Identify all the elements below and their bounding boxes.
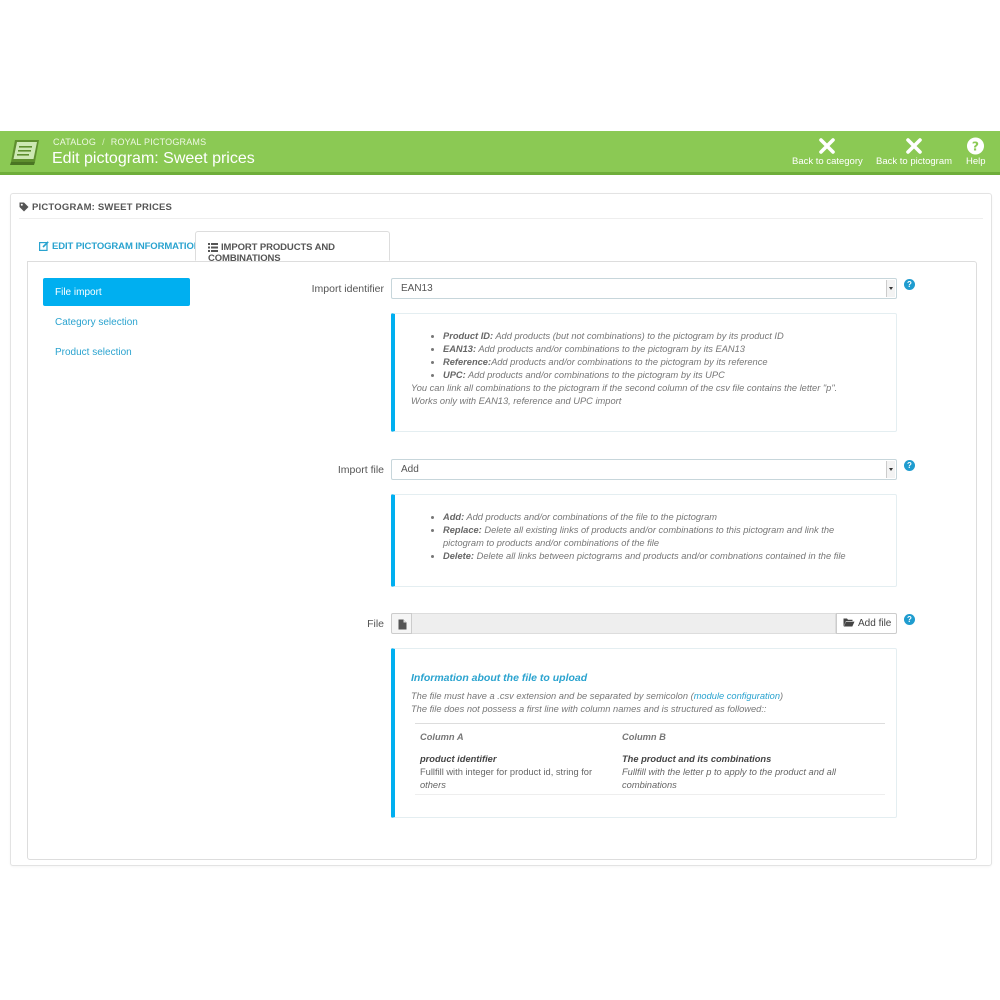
import-file-help-list: Add: Add products and/or combinations of… [395,511,896,563]
import-file-value: Add [401,464,419,475]
import-file-label: Import file [337,464,384,476]
import-identifier-label: Import identifier [311,283,384,295]
help-label: Help [966,156,986,167]
sidebar-item-file-import[interactable]: File import [43,278,190,306]
list-item: Product ID: Add products (but not combin… [443,330,896,343]
breadcrumb-catalog[interactable]: CATALOG [53,137,96,147]
list-icon [208,243,218,252]
help-icon: ? [967,137,985,155]
file-info-box: Information about the file to upload The… [391,648,897,818]
close-icon [819,138,836,154]
back-to-pictogram-label: Back to pictogram [876,156,953,167]
folder-open-icon [843,618,855,627]
import-identifier-help-icon[interactable]: ? [904,279,915,290]
close-icon [906,138,922,154]
import-identifier-value: EAN13 [401,283,433,294]
toolbar-header: CATALOG / ROYAL PICTOGRAMS Edit pictogram:… [0,131,1000,175]
file-name-input[interactable] [412,613,836,634]
module-configuration-link[interactable]: module configuration [694,691,780,701]
chevron-down-icon [886,280,895,297]
panel-divider [19,218,983,219]
list-item: Add: Add products and/or combinations of… [443,511,896,524]
import-file-select[interactable]: Add [391,459,897,480]
combination-note-line2: Works only with EAN13, reference and UPC… [411,396,622,406]
file-info-line1: The file must have a .csv extension and … [411,691,784,701]
table-divider [415,794,885,795]
back-to-pictogram-button[interactable]: Back to pictogram [876,137,952,167]
breadcrumb-royal-pictograms[interactable]: ROYAL PICTOGRAMS [111,137,207,147]
add-file-label: Add file [858,618,892,629]
tab-import-label: IMPORT PRODUCTS AND COMBINATIONS [208,242,335,264]
tab-edit-pictogram-informations[interactable]: EDIT PICTOGRAM INFORMATIONS [27,231,219,261]
pictogram-panel: PICTOGRAM: SWEET PRICES EDIT PICTOGRAM I… [10,193,992,866]
column-a-header: Column A [420,732,464,742]
file-help-icon[interactable]: ? [904,614,915,625]
catalog-book-icon [10,140,39,165]
chevron-down-icon [886,461,895,478]
import-identifier-help-list: Product ID: Add products (but not combin… [395,330,896,382]
import-file-help-box: Add: Add products and/or combinations of… [391,494,897,587]
list-item: EAN13: Add products and/or combinations … [443,343,896,356]
file-label: File [367,618,384,630]
file-info-line2: The file does not possess a first line w… [411,704,767,714]
file-icon [391,613,412,634]
import-identifier-select[interactable]: EAN13 [391,278,897,299]
list-item: UPC: Add products and/or combinations to… [443,369,896,382]
panel-heading-text: PICTOGRAM: SWEET PRICES [32,202,173,213]
tab-edit-label: EDIT PICTOGRAM INFORMATIONS [52,241,207,252]
panel-heading: PICTOGRAM: SWEET PRICES [19,202,172,213]
column-b-cell: The product and its combinations Fullfil… [622,754,836,790]
help-button[interactable]: ? Help [966,137,986,167]
tab-import-products-and-combinations[interactable]: IMPORT PRODUCTS AND COMBINATIONS [195,231,390,264]
file-structure-table: Column A Column B product identifier Ful… [415,723,885,795]
list-item: Delete: Delete all links between pictogr… [443,550,896,563]
back-to-category-button[interactable]: Back to category [792,137,863,167]
list-item: Reference:Add products and/or combinatio… [443,356,896,369]
tag-icon [19,202,29,212]
column-a-cell: product identifier Fullfill with integer… [420,754,593,790]
file-upload-group: Add file [391,613,897,634]
column-b-header: Column B [622,732,666,742]
page-title: Edit pictogram: Sweet prices [52,150,255,167]
tab-content: File import Category selection Product s… [27,261,977,860]
back-to-category-label: Back to category [792,156,863,167]
sidebar-item-product-selection[interactable]: Product selection [43,338,190,366]
list-item: Replace: Delete all existing links of pr… [443,524,896,550]
import-file-help-icon[interactable]: ? [904,460,915,471]
import-identifier-help-box: Product ID: Add products (but not combin… [391,313,897,432]
sidebar-item-category-selection[interactable]: Category selection [43,308,190,336]
breadcrumb: CATALOG / ROYAL PICTOGRAMS [53,137,206,147]
file-info-title: Information about the file to upload [411,672,588,684]
edit-icon [39,241,49,252]
svg-text:?: ? [972,139,979,153]
breadcrumb-separator: / [102,137,105,147]
combination-note-line1: You can link all combinations to the pic… [411,383,838,393]
add-file-button[interactable]: Add file [836,613,897,634]
